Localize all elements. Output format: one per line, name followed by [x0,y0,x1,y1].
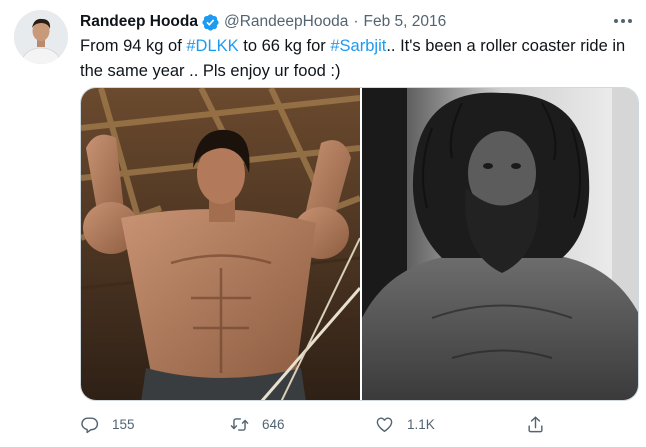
author-handle[interactable]: @RandeepHooda [224,13,348,31]
like-button[interactable]: 1.1K [375,412,435,436]
share-icon [528,416,543,432]
text-segment: to 66 kg for [238,37,331,55]
bearded-thin-man-photo-icon [362,88,638,400]
media-grid [80,87,639,401]
more-dot-icon [621,19,625,23]
more-dot-icon [614,19,618,23]
hashtag-link-dlkk[interactable]: #DLKK [186,37,238,55]
retweet-count: 646 [262,416,285,432]
retweet-button[interactable]: 646 [230,412,285,436]
reply-button[interactable]: 155 [80,412,135,436]
reply-count: 155 [112,416,135,432]
reply-icon [81,416,99,433]
heart-icon [376,416,393,432]
hashtag-link-sarbjit[interactable]: #Sarbjit [330,37,386,55]
tweet-date[interactable]: Feb 5, 2016 [363,13,446,31]
tweet-card[interactable]: Randeep Hooda @RandeepHooda · Feb 5, 201… [0,0,646,447]
share-button[interactable] [526,412,545,436]
text-segment: From 94 kg of [80,37,187,55]
author-name[interactable]: Randeep Hooda [80,13,198,31]
more-options-button[interactable] [612,13,634,29]
verified-badge-icon [201,13,220,32]
tweet-header: Randeep Hooda @RandeepHooda · Feb 5, 201… [80,11,446,33]
tweet-actions: 155 646 1.1K [80,412,640,436]
profile-photo-icon [14,10,68,64]
avatar[interactable] [14,10,68,64]
retweet-icon [230,417,249,431]
separator-dot: · [353,13,359,30]
media-photo-right[interactable] [362,88,638,400]
media-photo-left[interactable] [81,88,360,400]
more-dot-icon [628,19,632,23]
muscular-man-photo-icon [81,88,360,400]
like-count: 1.1K [407,416,435,432]
tweet-text: From 94 kg of #DLKK to 66 kg for #Sarbji… [80,34,632,84]
